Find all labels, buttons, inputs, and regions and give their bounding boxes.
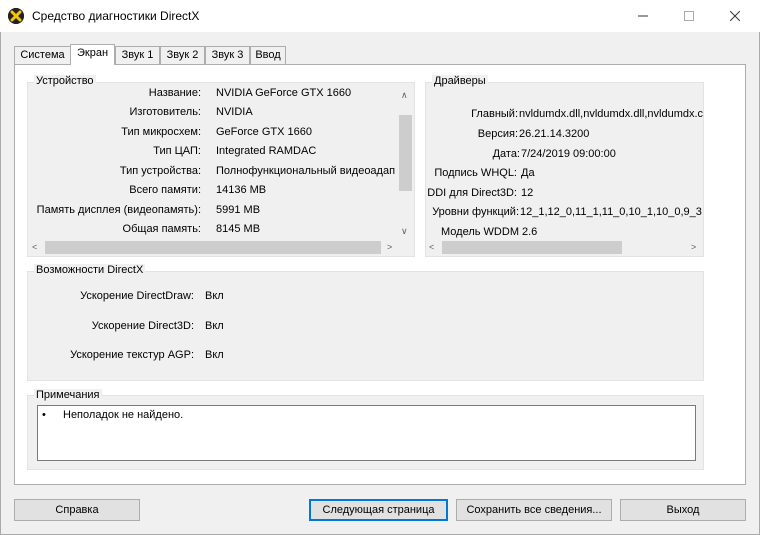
maximize-icon (684, 11, 694, 21)
next-page-button[interactable]: Следующая страница (309, 499, 448, 521)
drivers-horizontal-scroll-thumb[interactable] (442, 241, 622, 254)
drivers-label-whql: Подпись WHQL: (434, 167, 517, 179)
notes-bullet-icon: • (42, 409, 46, 421)
tab-sound-3[interactable]: Звук 3 (205, 46, 250, 64)
direct3d-label: Ускорение Direct3D: (91, 320, 194, 332)
drivers-info-list[interactable]: Главный: nvldumdx.dll,nvldumdx.dll,nvldu… (426, 85, 703, 239)
notes-item: Неполадок не найдено. (63, 409, 184, 421)
drivers-label-main: Главный: (471, 108, 518, 120)
drivers-label-date: Дата: (492, 148, 520, 160)
device-label-display-memory: Память дисплея (видеопамять): (36, 204, 201, 216)
directdraw-label: Ускорение DirectDraw: (80, 290, 194, 302)
device-value-manufacturer: NVIDIA (216, 106, 253, 118)
drivers-label-wddm: Модель WDDM (441, 226, 519, 238)
drivers-value-wddm: 2.6 (522, 226, 538, 238)
drivers-horizontal-scrollbar[interactable]: < > (426, 240, 703, 255)
drivers-value-date: 7/24/2019 09:00:00 (521, 148, 616, 160)
drivers-label-ddi: DDI для Direct3D: (427, 187, 517, 199)
device-value-display-memory: 5991 MB (216, 204, 261, 216)
tab-input[interactable]: Ввод (250, 46, 286, 64)
scroll-right-icon[interactable]: > (387, 241, 392, 253)
device-value-name: NVIDIA GeForce GTX 1660 (216, 87, 352, 99)
minimize-button[interactable] (620, 0, 666, 32)
tab-display[interactable]: Экран (70, 44, 115, 65)
device-horizontal-scrollbar[interactable]: < > (29, 240, 398, 255)
tab-system[interactable]: Система (14, 46, 71, 64)
directx-x-icon (8, 8, 24, 24)
agp-texture-label: Ускорение текстур AGP: (70, 349, 194, 361)
agp-texture-value: Вкл (205, 349, 224, 361)
tab-sound-2[interactable]: Звук 2 (160, 46, 205, 64)
device-vertical-scroll-thumb[interactable] (399, 115, 412, 191)
device-label-shared-memory: Общая память: (122, 223, 201, 235)
help-button[interactable]: Справка (14, 499, 140, 521)
notes-textbox[interactable]: • Неполадок не найдено. (37, 405, 696, 461)
maximize-button[interactable] (666, 0, 712, 32)
drivers-label-feature-levels: Уровни функций: (432, 206, 519, 218)
device-vertical-scrollbar[interactable]: ∧ ∨ (398, 85, 413, 239)
drivers-value-feature-levels: 12_1,12_0,11_1,11_0,10_1,10_0,9_3 (520, 206, 702, 218)
title-bar[interactable]: Средство диагностики DirectX (0, 0, 760, 32)
close-icon (730, 11, 740, 21)
minimize-icon (638, 15, 648, 17)
directdraw-value: Вкл (205, 290, 224, 302)
device-value-device-type: Полнофункциональный видеоадап (216, 165, 396, 177)
drivers-value-version: 26.21.14.3200 (519, 128, 590, 140)
drivers-value-whql: Да (521, 167, 535, 179)
device-label-manufacturer: Изготовитель: (129, 106, 202, 118)
device-label-name: Название: (148, 87, 201, 99)
notes-group-title: Примечания (34, 389, 102, 401)
scroll-up-icon[interactable]: ∧ (401, 89, 408, 101)
scroll-right-icon[interactable]: > (691, 241, 696, 253)
drivers-label-version: Версия: (477, 128, 518, 140)
device-label-chip-type: Тип микросхем: (121, 126, 201, 138)
device-horizontal-scroll-thumb[interactable] (45, 241, 381, 254)
device-value-chip-type: GeForce GTX 1660 (216, 126, 312, 138)
scroll-left-icon[interactable]: < (429, 241, 434, 253)
device-value-total-memory: 14136 MB (216, 184, 267, 196)
device-label-total-memory: Всего памяти: (129, 184, 201, 196)
device-value-dac-type: Integrated RAMDAC (216, 145, 317, 157)
tab-sound-1[interactable]: Звук 1 (115, 46, 160, 64)
save-all-info-button[interactable]: Сохранить все сведения... (456, 499, 612, 521)
directx-features-title: Возможности DirectX (34, 264, 146, 276)
drivers-value-main: nvldumdx.dll,nvldumdx.dll,nvldumdx.c (519, 108, 703, 120)
exit-button[interactable]: Выход (620, 499, 746, 521)
close-button[interactable] (712, 0, 758, 32)
device-label-dac-type: Тип ЦАП: (153, 145, 201, 157)
scroll-down-icon[interactable]: ∨ (401, 225, 408, 237)
device-value-shared-memory: 8145 MB (216, 223, 261, 235)
scroll-left-icon[interactable]: < (32, 241, 37, 253)
device-info-list[interactable]: Название: NVIDIA GeForce GTX 1660 Изгото… (29, 85, 398, 239)
window-title: Средство диагностики DirectX (32, 9, 200, 23)
direct3d-value: Вкл (205, 320, 224, 332)
device-label-device-type: Тип устройства: (119, 165, 201, 177)
drivers-value-ddi: 12 (521, 187, 534, 199)
